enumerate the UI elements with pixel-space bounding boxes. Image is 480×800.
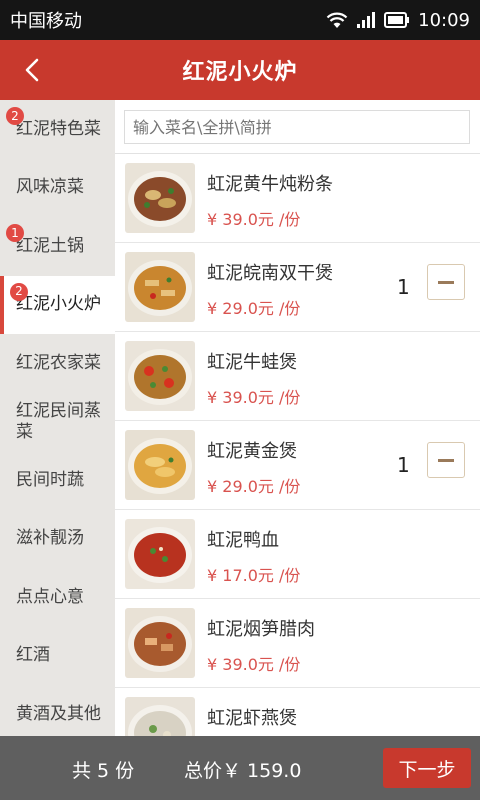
dish-row[interactable]: 虹泥烟笋腊肉 ¥ 39.0元 /份 bbox=[115, 599, 480, 688]
category-item[interactable]: 滋补靓汤 bbox=[0, 510, 115, 569]
dish-photo bbox=[125, 163, 195, 233]
category-sidebar: 2 红泥特色菜 风味凉菜 1 红泥土锅 2 红泥小火炉 红泥农家菜 红泥民间蒸菜… bbox=[0, 100, 115, 736]
search-input[interactable] bbox=[124, 110, 470, 144]
dish-row[interactable]: 虹泥牛蛙煲 ¥ 39.0元 /份 bbox=[115, 332, 480, 421]
dish-list: 虹泥黄牛炖粉条 ¥ 39.0元 /份 虹泥皖南双干煲 ¥ 29.0元 /份 1 bbox=[115, 154, 480, 736]
dish-photo bbox=[125, 608, 195, 678]
category-label: 点点心意 bbox=[16, 586, 84, 607]
next-step-button[interactable]: 下一步 bbox=[383, 748, 471, 788]
category-label: 红泥特色菜 bbox=[16, 118, 101, 139]
dish-price: ¥ 39.0元 /份 bbox=[207, 210, 301, 229]
dish-photo bbox=[125, 519, 195, 589]
back-button[interactable] bbox=[18, 52, 46, 88]
dish-row[interactable]: 虹泥黄牛炖粉条 ¥ 39.0元 /份 bbox=[115, 154, 480, 243]
category-label: 风味凉菜 bbox=[16, 177, 84, 198]
dish-name: 虹泥黄牛炖粉条 bbox=[207, 174, 333, 195]
cart-bar: 共 5 份 总价￥ 159.0 下一步 bbox=[0, 736, 480, 800]
dish-price: ¥ 29.0元 /份 bbox=[207, 299, 301, 318]
count-badge: 2 bbox=[6, 107, 24, 125]
dish-row[interactable]: 虹泥虾燕煲 bbox=[115, 688, 480, 736]
category-label: 红泥土锅 bbox=[16, 235, 84, 256]
signal-icon bbox=[357, 12, 376, 28]
dish-row[interactable]: 虹泥黄金煲 ¥ 29.0元 /份 1 bbox=[115, 421, 480, 510]
dish-price: ¥ 39.0元 /份 bbox=[207, 655, 301, 674]
status-icons: 10:09 bbox=[326, 10, 470, 31]
minus-icon bbox=[438, 280, 454, 284]
dish-name: 虹泥烟笋腊肉 bbox=[207, 619, 315, 640]
count-badge: 1 bbox=[6, 224, 24, 242]
battery-icon bbox=[384, 12, 410, 28]
category-label: 民间时蔬 bbox=[16, 469, 84, 490]
category-item[interactable]: 2 红泥特色菜 bbox=[0, 100, 115, 159]
decrease-button[interactable] bbox=[427, 442, 465, 478]
category-item[interactable]: 红泥民间蒸菜 bbox=[0, 393, 115, 452]
dish-name: 虹泥黄金煲 bbox=[207, 441, 297, 462]
quantity-value: 1 bbox=[397, 453, 410, 477]
count-badge: 2 bbox=[10, 282, 28, 301]
category-label: 黄酒及其他 bbox=[16, 703, 101, 724]
quantity-value: 1 bbox=[397, 275, 410, 299]
dish-photo bbox=[125, 252, 195, 322]
category-label: 红泥民间蒸菜 bbox=[16, 400, 101, 442]
category-label: 红酒 bbox=[16, 645, 50, 666]
next-step-label: 下一步 bbox=[398, 758, 456, 781]
dish-row[interactable]: 虹泥鸭血 ¥ 17.0元 /份 bbox=[115, 510, 480, 599]
total-price: 总价￥ 159.0 bbox=[184, 760, 302, 782]
dish-name: 虹泥鸭血 bbox=[207, 530, 279, 551]
category-item[interactable]: 风味凉菜 bbox=[0, 159, 115, 218]
page-title: 红泥小火炉 bbox=[182, 60, 298, 85]
dish-photo bbox=[125, 430, 195, 500]
wifi-icon bbox=[326, 12, 348, 28]
dish-price: ¥ 17.0元 /份 bbox=[207, 566, 301, 585]
dish-name: 虹泥虾燕煲 bbox=[207, 708, 297, 729]
decrease-button[interactable] bbox=[427, 264, 465, 300]
app-bar: 红泥小火炉 bbox=[0, 40, 480, 100]
status-bar: 中国移动 10:09 bbox=[0, 0, 480, 40]
category-label: 红泥农家菜 bbox=[16, 352, 101, 373]
dish-panel: 虹泥黄牛炖粉条 ¥ 39.0元 /份 虹泥皖南双干煲 ¥ 29.0元 /份 1 bbox=[115, 100, 480, 736]
carrier-label: 中国移动 bbox=[10, 11, 82, 32]
dish-price: ¥ 39.0元 /份 bbox=[207, 388, 301, 407]
dish-photo bbox=[125, 697, 195, 736]
category-label: 滋补靓汤 bbox=[16, 528, 84, 549]
category-item[interactable]: 点点心意 bbox=[0, 568, 115, 627]
dish-price: ¥ 29.0元 /份 bbox=[207, 477, 301, 496]
minus-icon bbox=[438, 458, 454, 462]
dish-name: 虹泥牛蛙煲 bbox=[207, 352, 297, 373]
category-item[interactable]: 红酒 bbox=[0, 627, 115, 686]
dish-photo bbox=[125, 341, 195, 411]
category-item-active[interactable]: 2 红泥小火炉 bbox=[0, 275, 115, 334]
dish-name: 虹泥皖南双干煲 bbox=[207, 263, 333, 284]
category-item[interactable]: 红泥农家菜 bbox=[0, 334, 115, 393]
item-count: 共 5 份 bbox=[72, 760, 135, 782]
category-item[interactable]: 1 红泥土锅 bbox=[0, 217, 115, 276]
chevron-left-icon bbox=[25, 58, 39, 82]
category-item[interactable]: 黄酒及其他 bbox=[0, 685, 115, 736]
category-label: 红泥小火炉 bbox=[16, 294, 101, 315]
dish-row[interactable]: 虹泥皖南双干煲 ¥ 29.0元 /份 1 bbox=[115, 243, 480, 332]
category-item[interactable]: 民间时蔬 bbox=[0, 451, 115, 510]
clock: 10:09 bbox=[418, 9, 470, 31]
